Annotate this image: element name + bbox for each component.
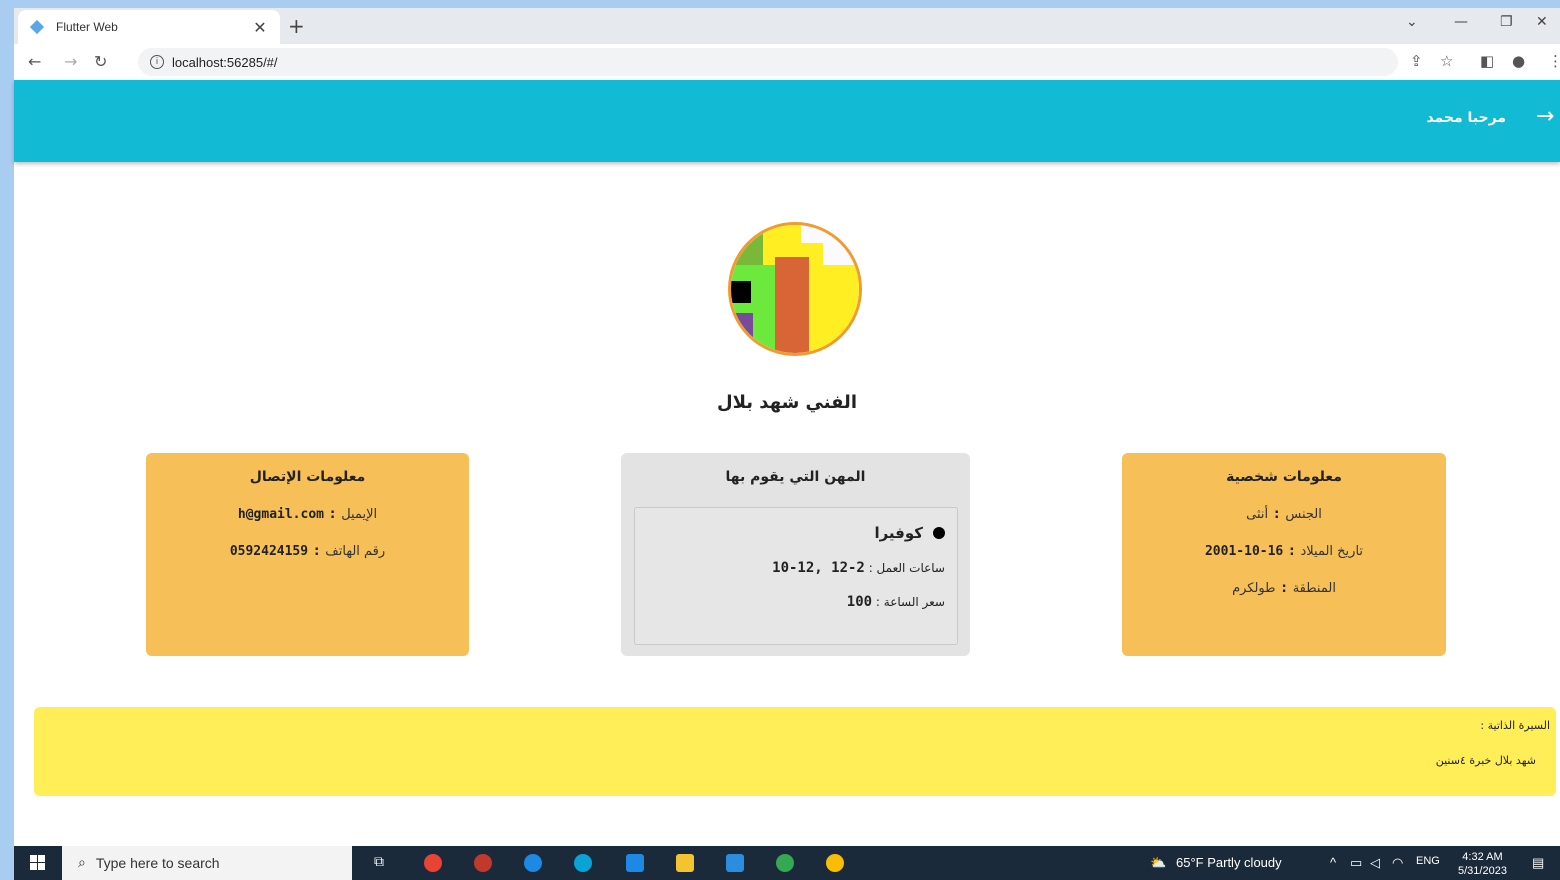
colon: :	[329, 507, 336, 522]
task-view-icon[interactable]: ⧉	[374, 854, 392, 872]
back-arrow-icon[interactable]: ←	[28, 52, 41, 71]
address-bar[interactable]: i localhost:56285/#/	[138, 48, 1398, 76]
hour-price-row: سعر الساعة : 100	[635, 594, 945, 610]
volume-icon[interactable]: ◁	[1370, 855, 1380, 871]
birth-row: تاريخ الميلاد : 2001-10-16	[1122, 544, 1446, 559]
work-hours-row: ساعات العمل : 10-12, 12-2	[635, 560, 945, 576]
search-placeholder: Type here to search	[95, 855, 220, 871]
personal-info-card: معلومات شخصية الجنس : أنثى تاريخ الميلاد…	[1122, 453, 1446, 656]
date-text: 5/31/2023	[1458, 865, 1507, 877]
close-window-button[interactable]: ✕	[1536, 14, 1548, 30]
vscode-icon[interactable]	[726, 854, 744, 872]
app-bar: مرحبا محمد →	[14, 80, 1560, 162]
close-tab-icon[interactable]: ✕	[248, 18, 272, 37]
file-explorer-icon[interactable]	[676, 854, 694, 872]
avatar	[728, 222, 862, 356]
chrome-active-icon[interactable]	[776, 854, 794, 872]
job-title-row: كوفيرا	[635, 524, 945, 542]
side-panel-icon[interactable]: ◧	[1480, 52, 1494, 70]
phone-row: رقم الهاتف : 0592424159	[146, 544, 469, 559]
job-item: كوفيرا ساعات العمل : 10-12, 12-2 سعر الس…	[634, 507, 958, 645]
back-arrow-icon[interactable]: →	[1536, 104, 1560, 129]
restore-button[interactable]: ❐	[1500, 14, 1513, 30]
phone-label: رقم الهاتف	[325, 544, 386, 559]
birth-label: تاريخ الميلاد	[1300, 544, 1364, 559]
flutter-icon	[32, 20, 46, 34]
tab-search-icon[interactable]: ⌄	[1406, 14, 1418, 30]
email-row: الإيميل : h@gmail.com	[146, 507, 469, 522]
url-text: localhost:56285/#/	[172, 54, 278, 70]
tab-title: Flutter Web	[56, 20, 118, 34]
hour-price-label: سعر الساعة :	[875, 595, 945, 609]
profile-icon[interactable]: ●	[1512, 52, 1525, 70]
jobs-card-title: المهن التي يقوم بها	[725, 469, 866, 485]
bio-text: شهد بلال خبرة ٤سنين	[1435, 754, 1536, 767]
job-name: كوفيرا	[874, 524, 923, 542]
battery-icon[interactable]: ▭	[1350, 855, 1362, 871]
windows-start-icon[interactable]	[30, 855, 46, 871]
site-info-icon[interactable]: i	[150, 55, 164, 69]
region-value: طولكرم	[1232, 581, 1276, 596]
colon: :	[1289, 544, 1295, 559]
birth-value: 2001-10-16	[1204, 544, 1284, 559]
forward-arrow-icon[interactable]: →	[64, 52, 77, 71]
app-icon[interactable]	[474, 854, 492, 872]
share-icon[interactable]: ⇪	[1410, 52, 1423, 70]
chrome-icon[interactable]	[424, 854, 442, 872]
gender-row: الجنس : أنثى	[1122, 507, 1446, 522]
minimize-button[interactable]: —	[1454, 14, 1468, 30]
address-toolbar: ← → ↻ i localhost:56285/#/ ⇪ ☆ ◧ ● ⋮	[14, 44, 1560, 81]
app-page: مرحبا محمد → الفني شهد بلال معلومات الإت…	[14, 80, 1560, 846]
notifications-icon[interactable]: ▤	[1532, 855, 1544, 871]
phone-value: 0592424159	[229, 544, 309, 559]
colon: :	[314, 544, 320, 559]
mail-icon[interactable]	[524, 854, 542, 872]
personal-card-title: معلومات شخصية	[1226, 469, 1342, 485]
menu-dots-icon[interactable]: ⋮	[1548, 52, 1560, 70]
bullet-icon	[933, 527, 945, 539]
email-label: الإيميل	[341, 507, 378, 522]
taskbar-search-box[interactable]: ⌕ Type here to search	[62, 846, 352, 880]
work-hours-label: ساعات العمل :	[868, 561, 945, 575]
jobs-card: المهن التي يقوم بها كوفيرا ساعات العمل :…	[621, 453, 970, 656]
region-label: المنطقة	[1292, 581, 1336, 596]
weather-icon[interactable]: ⛅	[1150, 855, 1166, 871]
wifi-icon[interactable]: ◠	[1392, 855, 1403, 871]
greeting-text: مرحبا محمد	[1426, 110, 1506, 126]
browser-tab-strip: Flutter Web ✕ + ⌄ — ❐ ✕	[14, 8, 1560, 44]
region-row: المنطقة : طولكرم	[1122, 581, 1446, 596]
tray-overflow-icon[interactable]: ^	[1330, 855, 1336, 870]
browser-tab[interactable]: Flutter Web ✕	[18, 10, 280, 44]
store-icon[interactable]	[626, 854, 644, 872]
bookmark-star-icon[interactable]: ☆	[1440, 52, 1453, 70]
new-tab-button[interactable]: +	[288, 14, 305, 38]
technician-name: الفني شهد بلال	[716, 392, 857, 413]
clock[interactable]: 4:32 AM 5/31/2023	[1458, 850, 1507, 878]
contact-card-title: معلومات الإتصال	[249, 469, 366, 485]
weather-text[interactable]: 65°F Partly cloudy	[1176, 855, 1282, 870]
search-icon: ⌕	[78, 855, 86, 871]
work-hours-value: 10-12, 12-2	[772, 560, 865, 576]
email-value: h@gmail.com	[237, 507, 324, 522]
bio-title: السيرة الذاتية :	[1480, 719, 1550, 732]
edge-icon[interactable]	[574, 854, 592, 872]
colon: :	[1274, 507, 1280, 522]
taskbar: ⌕ Type here to search ⧉ ⛅ 65°F Partly cl…	[14, 846, 1560, 880]
hour-price-value: 100	[846, 594, 873, 610]
gender-label: الجنس	[1285, 507, 1322, 522]
gender-value: أنثى	[1246, 507, 1269, 522]
language-indicator[interactable]: ENG	[1416, 855, 1440, 867]
contact-info-card: معلومات الإتصال الإيميل : h@gmail.com رق…	[146, 453, 469, 656]
colon: :	[1281, 581, 1287, 596]
chrome-canary-icon[interactable]	[826, 854, 844, 872]
bio-section: السيرة الذاتية : شهد بلال خبرة ٤سنين	[34, 707, 1556, 796]
time-text: 4:32 AM	[1462, 851, 1503, 863]
reload-icon[interactable]: ↻	[94, 52, 107, 71]
